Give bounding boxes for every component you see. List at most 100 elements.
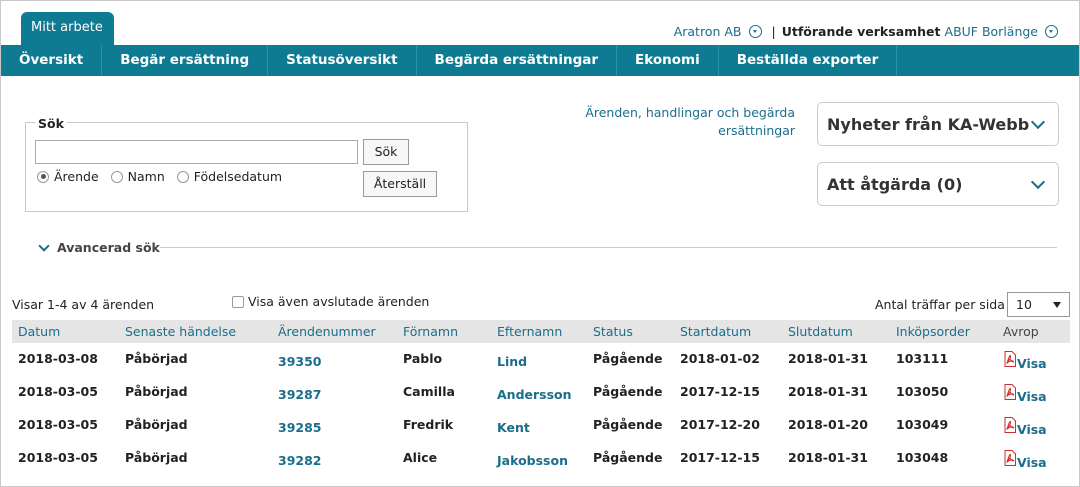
result-count: Visar 1-4 av 4 ärenden — [12, 297, 155, 312]
cell-fornamn: Fredrik — [403, 417, 454, 432]
th-inkopsorder[interactable]: Inköpsorder — [896, 324, 970, 339]
nav-begarda-ersattningar[interactable]: Begärda ersättningar — [417, 45, 618, 76]
cell-arendenummer-link[interactable]: 39350 — [278, 354, 322, 369]
nav-statusoversikt[interactable]: Statusöversikt — [268, 45, 417, 76]
cell-efternamn-link[interactable]: Kent — [497, 420, 530, 435]
th-datum[interactable]: Datum — [18, 324, 60, 339]
per-page-label: Antal träffar per sida — [875, 297, 1005, 312]
radio-label: Födelsedatum — [193, 169, 283, 184]
radio-fodelsedatum[interactable]: Födelsedatum — [176, 169, 283, 184]
cell-efternamn-link[interactable]: Andersson — [497, 387, 572, 402]
cell-slutdatum: 2018-01-31 — [788, 351, 868, 366]
cell-arendenummer-link[interactable]: 39287 — [278, 387, 322, 402]
th-status[interactable]: Status — [593, 324, 633, 339]
search-type-radios: Ärende Namn Födelsedatum — [37, 169, 282, 184]
dropdown-arrow-icon — [1053, 302, 1061, 308]
cell-efternamn-link[interactable]: Jakobsson — [497, 453, 568, 468]
table-row: 2018-03-05 Påbörjad 39282 Alice Jakobsso… — [12, 442, 1070, 475]
cell-datum: 2018-03-08 — [18, 351, 98, 366]
chevron-down-icon[interactable] — [1030, 114, 1046, 130]
radio-namn[interactable]: Namn — [110, 169, 165, 184]
radio-arende[interactable]: Ärende — [37, 169, 99, 184]
nav-begar-ersattning[interactable]: Begär ersättning — [102, 45, 269, 76]
table-row: 2018-03-05 Påbörjad 39285 Fredrik Kent P… — [12, 409, 1070, 442]
cell-senaste-handelse: Påbörjad — [125, 450, 188, 465]
cell-status: Pågående — [593, 384, 663, 399]
org-bar: Aratron AB | Utförande verksamhet ABUF B… — [674, 24, 1058, 39]
cell-inkopsorder: 103050 — [896, 384, 949, 399]
chevron-down-icon[interactable] — [748, 25, 762, 38]
pdf-icon — [1004, 351, 1016, 367]
cell-fornamn: Pablo — [403, 351, 443, 366]
radio-dot-selected[interactable] — [37, 170, 49, 183]
avrop-pdf-link[interactable]: Visa — [1004, 417, 1047, 437]
th-fornamn[interactable]: Förnamn — [403, 324, 458, 339]
table-header: Datum Senaste händelse Ärendenummer Förn… — [12, 320, 1070, 343]
search-legend: Sök — [35, 116, 67, 131]
th-avrop: Avrop — [1003, 324, 1039, 339]
advanced-search-label: Avancerad sök — [57, 240, 160, 255]
cell-fornamn: Alice — [403, 450, 438, 465]
radio-label: Namn — [127, 169, 165, 184]
cell-slutdatum: 2018-01-31 — [788, 384, 868, 399]
avrop-pdf-link[interactable]: Visa — [1004, 450, 1047, 470]
actions-panel-title: Att åtgärda (0) — [827, 175, 963, 194]
th-senaste-handelse[interactable]: Senaste händelse — [125, 324, 236, 339]
avrop-visa-label: Visa — [1017, 455, 1047, 470]
chevron-down-icon — [38, 239, 50, 252]
cell-datum: 2018-03-05 — [18, 384, 98, 399]
chevron-down-icon[interactable] — [1030, 174, 1046, 190]
radio-dot[interactable] — [176, 170, 189, 183]
cell-startdatum: 2018-01-02 — [680, 351, 760, 366]
cell-slutdatum: 2018-01-20 — [788, 417, 868, 432]
radio-dot[interactable] — [110, 170, 123, 183]
chevron-down-icon[interactable] — [1045, 25, 1058, 38]
news-panel[interactable]: Nyheter från KA-Webb — [817, 102, 1059, 146]
actions-panel[interactable]: Att åtgärda (0) — [817, 162, 1059, 206]
org-unit-link[interactable]: ABUF Borlänge — [945, 24, 1038, 39]
tab-mitt-arbete[interactable]: Mitt arbete — [21, 12, 114, 46]
radio-label: Ärende — [54, 169, 99, 184]
cell-status: Pågående — [593, 417, 663, 432]
org-name-link[interactable]: Aratron AB — [674, 24, 742, 39]
reset-button[interactable]: Återställ — [363, 171, 437, 197]
advanced-search-toggle[interactable]: Avancerad sök — [38, 239, 160, 255]
cell-arendenummer-link[interactable]: 39285 — [278, 420, 322, 435]
cell-efternamn-link[interactable]: Lind — [497, 354, 527, 369]
cell-inkopsorder: 103048 — [896, 450, 949, 465]
th-arendenummer[interactable]: Ärendenummer — [278, 324, 376, 339]
search-button[interactable]: Sök — [363, 139, 409, 165]
cell-startdatum: 2017-12-20 — [680, 417, 760, 432]
per-page-select[interactable]: 10 — [1007, 292, 1070, 317]
divider — [160, 247, 1057, 248]
avrop-pdf-link[interactable]: Visa — [1004, 351, 1047, 370]
cell-status: Pågående — [593, 450, 663, 465]
checkbox-label: Visa även avslutade ärenden — [248, 294, 430, 309]
news-panel-title: Nyheter från KA-Webb — [827, 115, 1030, 134]
nav-oversikt[interactable]: Översikt — [1, 45, 103, 76]
cell-inkopsorder: 103111 — [896, 351, 949, 366]
main-nav: Översikt Begär ersättning Statusöversikt… — [1, 45, 1079, 76]
th-startdatum[interactable]: Startdatum — [680, 324, 751, 339]
checkbox-box[interactable] — [232, 295, 244, 308]
pdf-icon — [1004, 384, 1016, 400]
pdf-icon — [1004, 417, 1016, 433]
nav-bestallda-exporter[interactable]: Beställda exporter — [719, 45, 898, 76]
avrop-pdf-link[interactable]: Visa — [1004, 384, 1047, 403]
per-page-value: 10 — [1016, 297, 1032, 312]
cell-inkopsorder: 103049 — [896, 417, 949, 432]
show-closed-checkbox[interactable]: Visa även avslutade ärenden — [232, 294, 429, 309]
info-link[interactable]: Ärenden, handlingar och begärda ersättni… — [575, 104, 795, 140]
th-efternamn[interactable]: Efternamn — [497, 324, 562, 339]
th-slutdatum[interactable]: Slutdatum — [788, 324, 853, 339]
pdf-icon — [1004, 450, 1016, 466]
search-fieldset — [25, 122, 468, 212]
cell-startdatum: 2017-12-15 — [680, 450, 760, 465]
avrop-visa-label: Visa — [1017, 422, 1047, 437]
nav-ekonomi[interactable]: Ekonomi — [617, 45, 719, 76]
cell-arendenummer-link[interactable]: 39282 — [278, 453, 322, 468]
org-separator: | — [771, 24, 776, 39]
cell-slutdatum: 2018-01-31 — [788, 450, 868, 465]
search-input[interactable] — [35, 140, 358, 164]
cell-senaste-handelse: Påbörjad — [125, 417, 188, 432]
